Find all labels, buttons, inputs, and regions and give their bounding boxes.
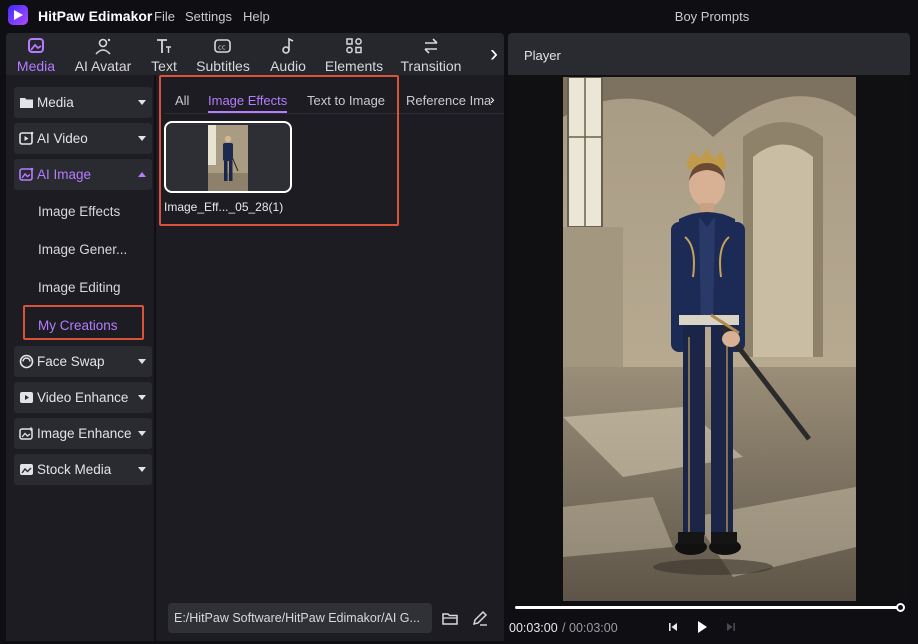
path-text: E:/HitPaw Software/HitPaw Edimakor/AI G.… (174, 611, 420, 625)
edit-icon[interactable] (471, 609, 489, 627)
audio-icon (282, 37, 294, 54)
previous-frame-icon[interactable] (666, 620, 680, 634)
tool-elements[interactable]: Elements (322, 33, 386, 75)
tool-audio-label: Audio (270, 58, 306, 74)
tabs-next-icon[interactable]: › (490, 91, 495, 107)
tab-text-to-image[interactable]: Text to Image (307, 93, 385, 108)
tool-audio[interactable]: Audio (268, 33, 308, 75)
avatar-icon (95, 38, 111, 55)
sidebar-group-stock-media-label: Stock Media (37, 462, 112, 477)
chevron-down-icon (138, 395, 146, 400)
tab-reference-image-clip: Reference Imag (400, 88, 492, 112)
tool-subtitles-label: Subtitles (196, 58, 250, 74)
face-swap-icon (19, 354, 34, 369)
timeline-progress-bar[interactable] (515, 606, 900, 609)
chevron-down-icon (138, 431, 146, 436)
ai-video-icon (19, 131, 34, 145)
chevron-down-icon (138, 359, 146, 364)
tab-reference-image[interactable]: Reference Imag (406, 93, 492, 108)
sidebar-group-video-enhance-label: Video Enhance (37, 390, 129, 405)
time-separator: / (562, 621, 566, 635)
text-icon (157, 39, 171, 53)
active-tab-indicator (208, 111, 287, 113)
total-time: 00:03:00 (569, 621, 618, 635)
elements-icon (346, 38, 362, 54)
folder-icon (20, 98, 33, 108)
sidebar-group-face-swap[interactable]: Face Swap (14, 346, 152, 377)
sidebar-item-image-effects[interactable]: Image Effects (38, 204, 120, 219)
folder-open-icon[interactable] (441, 609, 459, 627)
video-enhance-icon (20, 392, 33, 403)
sidebar-item-image-editing[interactable]: Image Editing (38, 280, 121, 295)
toolbar-next-icon[interactable]: › (482, 39, 506, 69)
path-field[interactable]: E:/HitPaw Software/HitPaw Edimakor/AI G.… (168, 603, 432, 633)
title-bar: HitPaw Edimakor File Settings Help Boy P… (0, 0, 918, 32)
image-enhance-icon (19, 426, 34, 440)
next-frame-icon[interactable] (724, 620, 738, 634)
tool-elements-label: Elements (324, 58, 384, 74)
tool-ai-avatar[interactable]: AI Avatar (70, 33, 136, 75)
tool-text[interactable]: Text (146, 33, 182, 75)
sidebar-group-video-enhance[interactable]: Video Enhance (14, 382, 152, 413)
tool-media[interactable]: Media (10, 33, 62, 75)
sidebar-group-image-enhance-label: Image Enhance (37, 426, 132, 441)
player-title: Player (524, 48, 561, 63)
document-title: Boy Prompts (674, 9, 750, 24)
tool-ai-avatar-label: AI Avatar (74, 58, 132, 74)
tab-image-effects[interactable]: Image Effects (208, 93, 287, 108)
transition-icon (424, 38, 438, 54)
tool-media-label: Media (16, 58, 56, 74)
sidebar-group-face-swap-label: Face Swap (37, 354, 105, 369)
tabs-divider (164, 113, 504, 114)
chevron-up-icon (138, 172, 146, 177)
sidebar-group-stock-media[interactable]: Stock Media (14, 454, 152, 485)
ai-image-icon (19, 167, 34, 181)
thumbnail-image (208, 125, 248, 191)
timeline-playhead[interactable] (896, 603, 905, 612)
tool-transition-label: Transition (400, 58, 462, 74)
player-header (508, 33, 910, 75)
sidebar-group-media[interactable]: Media (14, 87, 152, 118)
svg-text:cc: cc (218, 44, 226, 52)
tool-text-label: Text (151, 58, 177, 74)
stock-media-icon (20, 464, 33, 475)
sidebar-item-my-creations[interactable]: My Creations (38, 318, 118, 333)
video-frame[interactable] (563, 77, 856, 601)
media-thumbnail[interactable] (164, 121, 292, 193)
sidebar-group-ai-image-label: AI Image (37, 167, 92, 182)
sidebar-group-media-label: Media (37, 95, 74, 110)
tool-bar: Media AI Avatar Text cc Subtitles Audio (6, 33, 504, 75)
media-icon (28, 38, 44, 53)
subtitles-icon: cc (214, 39, 231, 53)
tool-subtitles[interactable]: cc Subtitles (194, 33, 252, 75)
sidebar-group-ai-video[interactable]: AI Video (14, 123, 152, 154)
sidebar-group-ai-image[interactable]: AI Image (14, 159, 152, 190)
tool-transition[interactable]: Transition (398, 33, 464, 75)
chevron-down-icon (138, 100, 146, 105)
current-time: 00:03:00 (509, 621, 558, 635)
chevron-down-icon (138, 467, 146, 472)
sidebar: Media AI Video AI Image Image Effects Im… (6, 75, 156, 641)
play-icon[interactable] (694, 619, 710, 635)
sidebar-group-ai-video-label: AI Video (37, 131, 88, 146)
sidebar-group-image-enhance[interactable]: Image Enhance (14, 418, 152, 449)
tab-all[interactable]: All (175, 93, 189, 108)
sidebar-item-image-generator[interactable]: Image Gener... (38, 242, 127, 257)
thumbnail-caption: Image_Eff..._05_28(1) (164, 200, 284, 214)
chevron-down-icon (138, 136, 146, 141)
